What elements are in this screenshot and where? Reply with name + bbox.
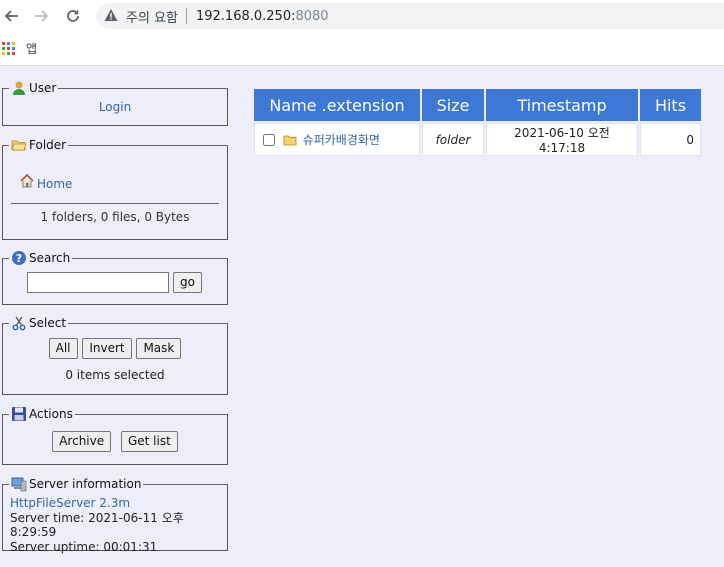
- get-list-button[interactable]: Get list: [120, 431, 178, 452]
- back-arrow-icon: [4, 10, 18, 22]
- apps-grid-icon: [2, 41, 16, 56]
- file-size-cell: folder: [422, 123, 484, 156]
- actions-panel: Actions Archive Get list: [2, 406, 228, 465]
- floppy-disk-icon: [11, 406, 27, 422]
- user-panel: User Login: [2, 80, 228, 126]
- url-host: 192.168.0.250:: [195, 8, 296, 24]
- computer-icon: [11, 476, 27, 492]
- column-header-hits[interactable]: Hits: [640, 89, 701, 121]
- column-header-size[interactable]: Size: [422, 89, 484, 121]
- url-port: 8080: [295, 8, 329, 24]
- security-warning-text[interactable]: 주의 요함: [126, 7, 178, 26]
- help-icon: ?: [11, 250, 27, 266]
- file-table-header-row: Name .extension Size Timestamp Hits: [254, 89, 701, 121]
- select-all-button[interactable]: All: [48, 338, 78, 359]
- folder-panel-legend: Folder: [9, 137, 68, 153]
- search-panel-legend: ? Search: [9, 250, 72, 266]
- open-folder-icon: [11, 137, 27, 153]
- file-name-cell: 슈퍼카배경화면: [254, 123, 420, 156]
- search-go-button[interactable]: go: [173, 272, 202, 293]
- server-time: Server time: 2021-06-11 오후 8:29:59: [10, 510, 184, 540]
- table-row: 슈퍼카배경화면 folder 2021-06-10 오전 4:17:18 0: [254, 123, 701, 156]
- server-info-panel: Server information HttpFileServer 2.3m S…: [2, 476, 228, 554]
- warning-triangle-icon[interactable]: [104, 8, 120, 24]
- apps-label: 앱: [26, 42, 38, 56]
- svg-text:?: ?: [16, 252, 22, 265]
- actions-panel-title: Actions: [29, 407, 73, 421]
- back-button[interactable]: [0, 4, 24, 28]
- file-list-table: Name .extension Size Timestamp Hits 슈퍼카배…: [252, 87, 703, 158]
- reload-icon: [67, 10, 79, 22]
- home-link[interactable]: Home: [37, 177, 72, 191]
- archive-button[interactable]: Archive: [52, 431, 112, 452]
- browser-toolbar: 주의 요함 192.168.0.250: 8080: [0, 0, 724, 32]
- search-input[interactable]: [27, 272, 169, 293]
- login-link[interactable]: Login: [99, 100, 131, 114]
- select-panel: Select All Invert Mask 0 items selected: [2, 315, 228, 395]
- home-icon: [19, 173, 35, 189]
- user-panel-title: User: [29, 81, 57, 95]
- hfs-version-link[interactable]: HttpFileServer 2.3m: [10, 496, 130, 510]
- column-header-name[interactable]: Name .extension: [254, 89, 420, 121]
- file-hits-cell: 0: [640, 123, 701, 156]
- forward-button[interactable]: [29, 4, 53, 28]
- folder-summary: 1 folders, 0 files, 0 Bytes: [40, 210, 190, 224]
- file-timestamp-cell: 2021-06-10 오전 4:17:18: [486, 123, 638, 156]
- select-mask-button[interactable]: Mask: [136, 338, 182, 359]
- address-divider: [185, 8, 187, 24]
- folder-panel: Folder Home 1 folders, 0 files, 0 Bytes: [2, 137, 228, 240]
- folder-icon: [283, 133, 297, 147]
- select-panel-title: Select: [29, 316, 67, 330]
- forward-arrow-icon: [35, 10, 49, 22]
- folder-name-link[interactable]: 슈퍼카배경화면: [303, 133, 380, 147]
- bookmark-apps[interactable]: 앱: [2, 40, 37, 57]
- server-info-panel-title: Server information: [29, 477, 142, 491]
- select-panel-legend: Select: [9, 315, 68, 331]
- search-panel-title: Search: [29, 251, 71, 265]
- scissors-icon: [11, 315, 27, 331]
- user-icon: [11, 80, 27, 96]
- actions-panel-legend: Actions: [9, 406, 75, 422]
- server-uptime: Server uptime: 00:01:31: [10, 539, 158, 554]
- folder-panel-title: Folder: [29, 138, 67, 152]
- address-bar[interactable]: 주의 요함 192.168.0.250: 8080: [96, 3, 724, 29]
- selection-status: 0 items selected: [65, 368, 165, 382]
- bookmarks-bar: [0, 32, 724, 66]
- column-header-timestamp[interactable]: Timestamp: [486, 89, 638, 121]
- server-info-panel-legend: Server information: [9, 476, 143, 492]
- reload-button[interactable]: [61, 4, 85, 28]
- select-invert-button[interactable]: Invert: [82, 338, 132, 359]
- search-panel: ? Search go: [2, 250, 228, 305]
- user-panel-legend: User: [9, 80, 58, 96]
- row-select-checkbox[interactable]: [263, 133, 275, 146]
